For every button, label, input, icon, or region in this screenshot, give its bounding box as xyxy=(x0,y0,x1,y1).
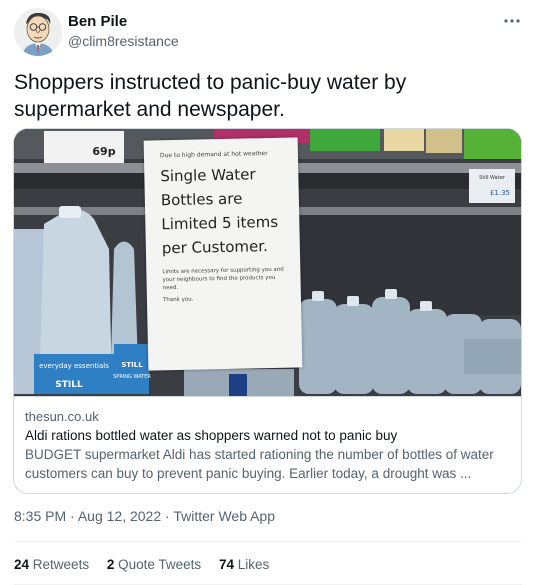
likes-label: Likes xyxy=(237,557,270,572)
retweets-count: 24 xyxy=(14,557,30,572)
bottle-label: everyday essentials xyxy=(39,362,109,370)
author-name[interactable]: Ben Pile xyxy=(68,13,127,30)
timestamp: 8:35 PM · Aug 12, 2022 · Twitter Web App xyxy=(14,508,275,524)
card-image[interactable]: Still Water £1.35 everyday essentials ST… xyxy=(14,129,521,396)
avatar-caricature xyxy=(14,8,62,56)
bottle-still-2: STILL xyxy=(121,361,143,369)
bottle-spring: SPRING WATER xyxy=(113,374,151,380)
meta-separator: · xyxy=(70,508,75,524)
card-title: Aldi rations bottled water as shoppers w… xyxy=(25,428,398,443)
card-domain: thesun.co.uk xyxy=(25,409,99,424)
more-icon[interactable] xyxy=(502,11,522,31)
tweet-source[interactable]: Twitter Web App xyxy=(173,508,275,524)
author-handle[interactable]: @clim8resistance xyxy=(68,33,179,49)
avatar[interactable] xyxy=(14,8,62,56)
engagement-stats: 24 Retweets 2 Quote Tweets 74 Likes xyxy=(14,557,283,572)
sign-thanks: Thank you. xyxy=(162,296,194,304)
limit-sign: Due to high demand at hot weather Single… xyxy=(143,137,303,371)
sign-small-text: Due to high demand at hot weather xyxy=(159,150,268,160)
card-body[interactable]: thesun.co.uk Aldi rations bottled water … xyxy=(14,396,521,493)
retweets-label: Retweets xyxy=(32,557,90,572)
tweet: Ben Pile @clim8resistance Shoppers instr… xyxy=(0,0,536,585)
price-right: £1.35 xyxy=(490,189,510,197)
svg-text:Still Water: Still Water xyxy=(479,175,506,181)
link-card[interactable]: Still Water £1.35 everyday essentials ST… xyxy=(13,128,522,494)
quote-tweets-stat[interactable]: 2 Quote Tweets xyxy=(107,557,201,572)
quotes-label: Quote Tweets xyxy=(118,557,202,572)
tweet-time[interactable]: 8:35 PM xyxy=(14,508,66,524)
quotes-count: 2 xyxy=(106,557,115,572)
card-description: BUDGET supermarket Aldi has started rati… xyxy=(25,447,494,481)
bottle-still: STILL xyxy=(55,380,83,390)
price-tag: 69p xyxy=(92,145,115,158)
likes-stat[interactable]: 74 Likes xyxy=(219,557,269,572)
sign-footnote: Limits are necessary for supporting you … xyxy=(162,266,284,292)
meta-separator-2: · xyxy=(165,508,170,524)
sign-headline: Single Water Bottles are Limited 5 items… xyxy=(160,165,279,258)
tweet-date[interactable]: Aug 12, 2022 xyxy=(78,508,161,524)
tweet-text: Shoppers instructed to panic-buy water b… xyxy=(14,71,407,121)
retweets-stat[interactable]: 24 Retweets xyxy=(14,557,89,572)
divider xyxy=(14,541,522,542)
likes-count: 74 xyxy=(218,557,234,572)
